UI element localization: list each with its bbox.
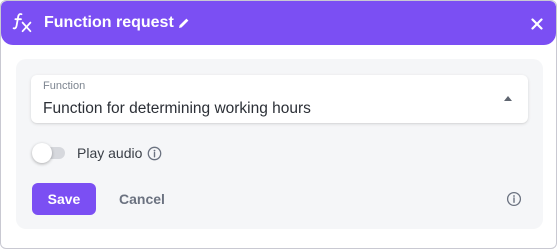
function-select-label: Function <box>43 80 86 92</box>
toggle-knob[interactable] <box>32 143 52 163</box>
function-select-value: Function for determining working hours <box>43 100 311 117</box>
play-audio-toggle[interactable] <box>32 143 66 163</box>
play-audio-label: Play audio <box>77 145 143 161</box>
caret-up-icon[interactable] <box>504 96 512 101</box>
function-fx-icon <box>11 11 35 35</box>
function-request-dialog: Function request Function Function for d… <box>0 0 557 249</box>
close-icon[interactable] <box>531 17 543 30</box>
form-panel: Function Function for determining workin… <box>16 59 543 229</box>
cancel-button[interactable]: Cancel <box>110 183 174 215</box>
pencil-icon[interactable] <box>178 16 190 28</box>
save-button[interactable]: Save <box>32 183 96 215</box>
dialog-title: Function request <box>44 14 174 31</box>
info-icon[interactable] <box>147 146 162 161</box>
dialog-header: Function request <box>1 1 556 45</box>
info-icon[interactable] <box>506 191 522 207</box>
function-select[interactable]: Function Function for determining workin… <box>31 75 528 123</box>
